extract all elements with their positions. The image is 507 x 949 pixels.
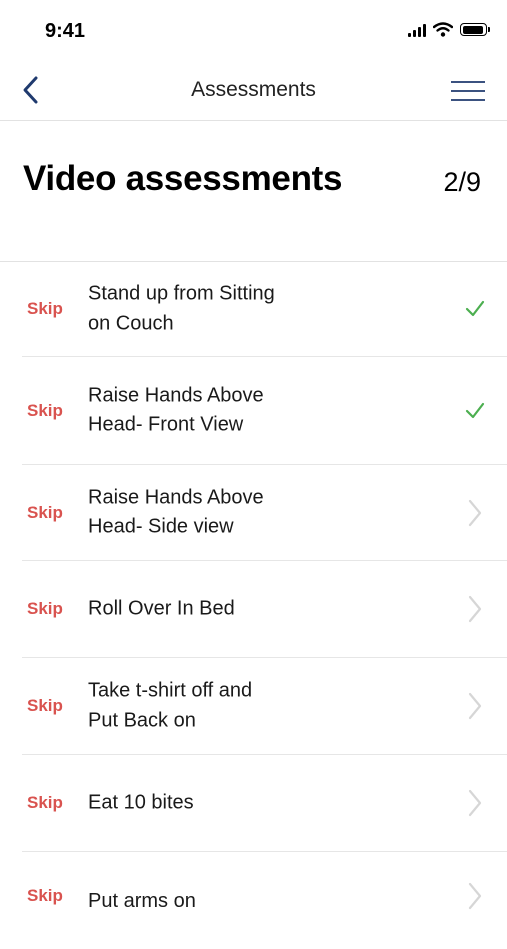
skip-button[interactable]: Skip [27,299,63,319]
skip-button[interactable]: Skip [27,401,63,421]
list-item[interactable]: Skip Raise Hands Above Head- Side view [22,465,507,561]
item-label: Stand up from Sitting on Couch [88,282,275,335]
item-label: Take t-shirt off and Put Back on [88,679,253,732]
wifi-icon [433,22,453,37]
status-time: 9:41 [45,20,86,42]
chevron-right-icon [463,499,487,526]
heading-section: Video assessments 2/9 [0,121,507,262]
skip-button[interactable]: Skip [27,599,63,619]
battery-icon [460,23,490,36]
status-bar: 9:41 [0,0,507,62]
menu-button[interactable] [447,76,487,106]
item-label: Raise Hands Above Head- Side view [88,486,264,538]
skip-button[interactable]: Skip [27,886,63,906]
skip-button[interactable]: Skip [27,503,63,523]
assessment-list: Skip Stand up from Sitting on Couch Skip… [0,262,507,949]
skip-button[interactable]: Skip [27,793,63,813]
page-title: Video assessments [23,159,343,198]
item-label: Roll Over In Bed [88,597,235,620]
checkmark-icon [463,297,487,321]
signal-icon [408,23,426,37]
list-item[interactable]: Skip Raise Hands Above Head- Front View [22,357,507,465]
chevron-right-icon [463,692,487,720]
nav-title: Assessments [191,78,316,101]
chevron-right-icon [463,882,487,910]
item-label: Put arms on [88,890,196,912]
item-label: Raise Hands Above Head- Front View [88,384,264,436]
chevron-right-icon [463,595,487,623]
status-icons [408,22,490,37]
checkmark-icon [463,399,487,423]
list-item[interactable]: Skip Eat 10 bites [22,755,507,852]
skip-button[interactable]: Skip [27,696,63,716]
nav-bar: Assessments [0,62,507,121]
item-label: Eat 10 bites [88,791,194,814]
list-item[interactable]: Skip Roll Over In Bed [22,561,507,658]
chevron-right-icon [463,789,487,817]
progress-count: 2/9 [443,167,481,197]
list-item[interactable]: Skip Stand up from Sitting on Couch [22,262,507,357]
list-item[interactable]: Skip Put arms on [22,852,507,949]
hamburger-menu-icon [451,81,485,101]
list-item[interactable]: Skip Take t-shirt off and Put Back on [22,658,507,755]
